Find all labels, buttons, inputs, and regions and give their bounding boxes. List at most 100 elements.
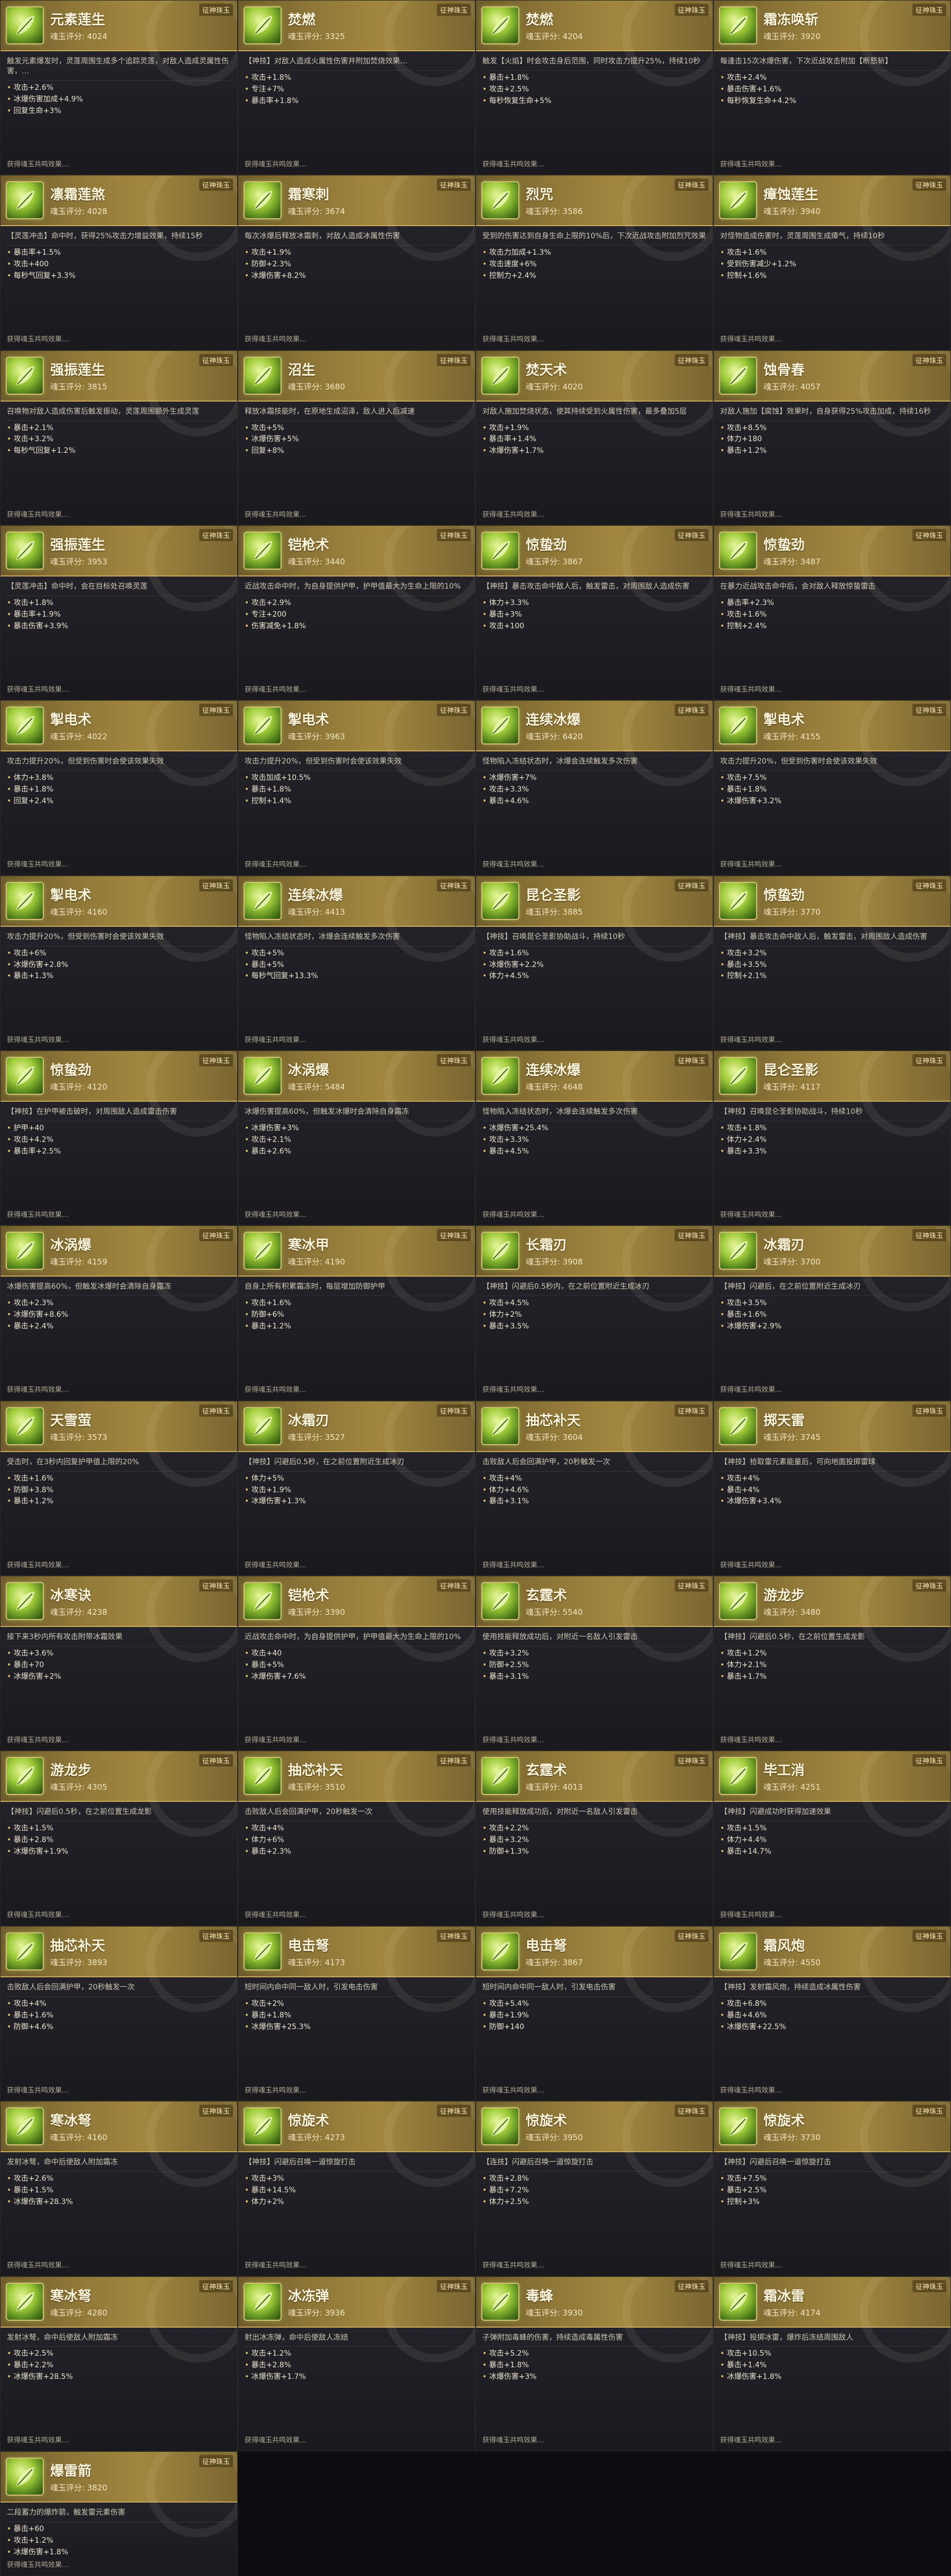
talent-card-5[interactable]: 霜寒刺 魂玉评分: 3674 征神珠玉 每次冰爆后释放冰霜刺，对敌人造成冰属性伤…: [238, 175, 476, 350]
card-title: 铠枪术: [288, 537, 330, 554]
leaf-glyph-icon: [254, 1416, 272, 1436]
resonance-note: 获得魂玉共鸣效果…: [482, 861, 545, 869]
talent-card-52[interactable]: 寒冰弩 魂玉评分: 4280 征神珠玉 发射冰弩，命中后使敌人附加霜冻 攻击+2…: [0, 2276, 238, 2451]
talent-card-23[interactable]: 惊蛰劲 魂玉评分: 3770 征神珠玉 【神技】暴击攻击命中敌人后，触发雷击，对…: [713, 875, 951, 1051]
talent-card-31[interactable]: 冰霜刃 魂玉评分: 3700 征神珠玉 【神技】闪避后，在之前位置附近生成冰刃 …: [713, 1225, 951, 1401]
talent-card-4[interactable]: 凛霜莲煞 魂玉评分: 4028 征神珠玉 【灵莲冲击】命中时，获得25%攻击力增…: [0, 175, 238, 350]
talent-card-22[interactable]: 昆仑圣影 魂玉评分: 3885 征神珠玉 【神技】召唤昆仑圣影协助战斗，持续10…: [476, 875, 713, 1051]
jade-icon: [6, 1232, 44, 1270]
resonance-note: 获得魂玉共鸣效果…: [7, 685, 69, 694]
talent-card-43[interactable]: 毕工消 魂玉评分: 4251 征神珠玉 【神技】闪避成功时获得加速效果 攻击+1…: [713, 1751, 951, 1926]
talent-card-8[interactable]: 强振莲生 魂玉评分: 3815 征神珠玉 召唤物对敌人造成伤害后触发振动，灵莲周…: [0, 350, 238, 526]
stat-line: 暴击+1.8%: [7, 785, 231, 795]
talent-card-15[interactable]: 惊蛰劲 魂玉评分: 3487 征神珠玉 在暴力近战攻击命中后，会对敌人释放惊蛰雷…: [713, 525, 951, 701]
talent-card-54[interactable]: 毒蜂 魂玉评分: 3930 征神珠玉 子弹附加毒蜂的伤害，持续造成毒属性伤害 攻…: [476, 2276, 713, 2451]
talent-card-37[interactable]: 铠枪术 魂玉评分: 3390 征神珠玉 近战攻击命中时，为自身提供护甲，护甲值最…: [238, 1576, 476, 1751]
talent-card-47[interactable]: 霜风炮 魂玉评分: 4550 征神珠玉 【神技】发射霜风炮，持续造成冰属性伤害 …: [713, 1926, 951, 2101]
talent-card-50[interactable]: 惊旋术 魂玉评分: 3950 征神珠玉 【连技】闪避后召唤一道惊旋打击 攻击+2…: [476, 2101, 713, 2276]
leaf-glyph-icon: [16, 16, 34, 35]
talent-card-26[interactable]: 连续冰爆 魂玉评分: 4648 征神珠玉 怪物陷入冻结状态时，冰爆会连续触发多次…: [476, 1050, 713, 1226]
card-title: 冰霜刃: [763, 1238, 805, 1254]
talent-card-42[interactable]: 玄霆术 魂玉评分: 4013 征神珠玉 使用技能释放成功后，对附近一名敌人引发雷…: [476, 1751, 713, 1926]
talent-card-6[interactable]: 烈咒 魂玉评分: 3586 征神珠玉 受到的伤害达到自身生命上限的10%后，下次…: [476, 175, 713, 350]
talent-card-25[interactable]: 冰涡爆 魂玉评分: 5484 征神珠玉 冰爆伤害提高60%，但触发冰爆时会清除自…: [238, 1050, 476, 1226]
card-tag: 征神珠玉: [912, 4, 946, 16]
jade-icon: [6, 2107, 44, 2146]
talent-card-46[interactable]: 电击弩 魂玉评分: 3867 征神珠玉 短时间内命中同一敌人时，引发电击伤害 攻…: [476, 1926, 713, 2101]
talent-card-20[interactable]: 掣电术 魂玉评分: 4160 征神珠玉 攻击力提升20%，但受到伤害时会使该效果…: [0, 875, 238, 1051]
leaf-glyph-icon: [16, 541, 34, 561]
talent-card-39[interactable]: 游龙步 魂玉评分: 3480 征神珠玉 【神技】闪避后0.5秒，在之前位置生成龙…: [713, 1576, 951, 1751]
talent-card-0[interactable]: 元素莲生 魂玉评分: 4024 征神珠玉 触发元素爆发时，灵莲周围生成多个追踪灵…: [0, 0, 238, 175]
talent-card-38[interactable]: 玄霆术 魂玉评分: 5540 征神珠玉 使用技能释放成功后，对附近一名敌人引发雷…: [476, 1576, 713, 1751]
talent-card-49[interactable]: 惊旋术 魂玉评分: 4273 征神珠玉 【神技】闪避后召唤一道惊旋打击 攻击+3…: [238, 2101, 476, 2276]
jade-icon: [6, 1057, 44, 1095]
talent-card-13[interactable]: 铠枪术 魂玉评分: 3440 征神珠玉 近战攻击命中时，为自身提供护甲，护甲值最…: [238, 525, 476, 701]
leaf-glyph-icon: [254, 1066, 272, 1086]
talent-card-51[interactable]: 惊旋术 魂玉评分: 3730 征神珠玉 【神技】闪避后召唤一道惊旋打击 攻击+7…: [713, 2101, 951, 2276]
leaf-glyph-icon: [16, 2117, 34, 2136]
talent-card-35[interactable]: 掷天雷 魂玉评分: 3745 征神珠玉 【神技】拾取雷元素能量后，可向地面投掷雷…: [713, 1400, 951, 1576]
card-score: 魂玉评分: 4057: [763, 382, 821, 392]
resonance-note: 获得魂玉共鸣效果…: [245, 2086, 307, 2095]
talent-card-19[interactable]: 掣电术 魂玉评分: 4155 征神珠玉 攻击力提升20%，但受到伤害时会使该效果…: [713, 700, 951, 876]
talent-card-53[interactable]: 冰冻弹 魂玉评分: 3936 征神珠玉 射出冰冻弹，命中后使敌人冻结 攻击+1.…: [238, 2276, 476, 2451]
card-score: 魂玉评分: 3908: [526, 1257, 583, 1267]
talent-card-44[interactable]: 抽芯补天 魂玉评分: 3893 征神珠玉 击败敌人后会回满护甲，20秒触发一次 …: [0, 1926, 238, 2101]
card-tag: 征神珠玉: [199, 2105, 233, 2117]
card-tag: 征神珠玉: [674, 704, 708, 717]
talent-card-40[interactable]: 游龙步 魂玉评分: 4305 征神珠玉 【神技】闪避后0.5秒，在之前位置生成龙…: [0, 1751, 238, 1926]
jade-icon: [719, 706, 757, 745]
talent-card-9[interactable]: 沼生 魂玉评分: 3680 征神珠玉 释放冰霜技能时，在原地生成沼泽，敌人进入后…: [238, 350, 476, 526]
talent-card-34[interactable]: 抽芯补天 魂玉评分: 3604 征神珠玉 击败敌人后会回满护甲，20秒触发一次 …: [476, 1400, 713, 1576]
talent-card-41[interactable]: 抽芯补天 魂玉评分: 3510 征神珠玉 击败敌人后会回满护甲，20秒触发一次 …: [238, 1751, 476, 1926]
talent-card-16[interactable]: 掣电术 魂玉评分: 4022 征神珠玉 攻击力提升20%，但受到伤害时会使该效果…: [0, 700, 238, 876]
jade-icon: [6, 181, 44, 220]
talent-card-32[interactable]: 天雪萤 魂玉评分: 3573 征神珠玉 受击时，在3秒内回复护甲值上限的20% …: [0, 1400, 238, 1576]
jade-icon: [481, 1757, 519, 1796]
talent-card-14[interactable]: 惊蛰劲 魂玉评分: 3867 征神珠玉 【神技】暴击攻击命中敌人后，触发雷击，对…: [476, 525, 713, 701]
talent-card-29[interactable]: 寒冰甲 魂玉评分: 4190 征神珠玉 自身上所有积累霜冻时，每层增加防御护甲 …: [238, 1225, 476, 1401]
talent-card-3[interactable]: 霜冻唤斩 魂玉评分: 3920 征神珠玉 每逢击15次冰爆伤害，下次近战攻击附加…: [713, 0, 951, 175]
talent-card-36[interactable]: 冰寒诀 魂玉评分: 4238 征神珠玉 接下来3秒内所有攻击附带冰霜效果 攻击+…: [0, 1576, 238, 1751]
talent-card-11[interactable]: 蚀骨春 魂玉评分: 4057 征神珠玉 对敌人施加【腐蚀】效果时，自身获得25%…: [713, 350, 951, 526]
resonance-note: 获得魂玉共鸣效果…: [7, 510, 69, 519]
card-title: 惊旋术: [526, 2113, 567, 2129]
stat-line: 暴击率+2.5%: [7, 1147, 231, 1157]
talent-card-12[interactable]: 强振莲生 魂玉评分: 3953 征神珠玉 【灵莲冲击】命中时，会在目标处召唤灵莲…: [0, 525, 238, 701]
card-score: 魂玉评分: 3953: [50, 557, 107, 567]
resonance-note: 获得魂玉共鸣效果…: [482, 1211, 545, 1219]
card-title: 连续冰爆: [288, 887, 343, 904]
resonance-note: 获得魂玉共鸣效果…: [245, 2261, 307, 2270]
talent-card-7[interactable]: 瘴蚀莲生 魂玉评分: 3940 征神珠玉 对怪物造成伤害时，灵莲周围生成瘴气，持…: [713, 175, 951, 350]
talent-card-1[interactable]: 焚燃 魂玉评分: 3325 征神珠玉 【神技】对敌人造成火属性伤害并附加焚烧效果…: [238, 0, 476, 175]
resonance-note: 获得魂玉共鸣效果…: [720, 1036, 782, 1044]
talent-card-30[interactable]: 长霜刃 魂玉评分: 3908 征神珠玉 【神技】闪避后0.5秒内，在之前位置附近…: [476, 1225, 713, 1401]
card-tag: 征神珠玉: [912, 1579, 946, 1592]
talent-card-45[interactable]: 电击弩 魂玉评分: 4173 征神珠玉 短时间内命中同一敌人时，引发电击伤害 攻…: [238, 1926, 476, 2101]
talent-card-21[interactable]: 连续冰爆 魂玉评分: 4413 征神珠玉 怪物陷入冻结状态时，冰爆会连续触发多次…: [238, 875, 476, 1051]
stat-line: 每秒气回复+3.3%: [7, 271, 231, 281]
talent-card-33[interactable]: 冰霜刃 魂玉评分: 3527 征神珠玉 【神技】闪避后0.5秒，在之前位置附近生…: [238, 1400, 476, 1576]
talent-card-17[interactable]: 掣电术 魂玉评分: 3963 征神珠玉 攻击力提升20%，但受到伤害时会使该效果…: [238, 700, 476, 876]
leaf-glyph-icon: [254, 1766, 272, 1786]
resonance-note: 获得魂玉共鸣效果…: [720, 510, 782, 519]
talent-card-24[interactable]: 惊蛰劲 魂玉评分: 4120 征神珠玉 【神技】在护甲被击破时，对周围敌人造成雷…: [0, 1050, 238, 1226]
card-score: 魂玉评分: 3950: [526, 2133, 583, 2143]
talent-card-2[interactable]: 焚燃 魂玉评分: 4204 征神珠玉 触发【火焰】时会攻击身后范围，同时攻击力提…: [476, 0, 713, 175]
resonance-note: 获得魂玉共鸣效果…: [245, 1561, 307, 1569]
stat-line: 暴击+1.8%: [245, 785, 469, 795]
talent-card-56[interactable]: 爆雷箭 魂玉评分: 3820 征神珠玉 二段蓄力的爆炸箭，触发雷元素伤害 暴击+…: [0, 2451, 238, 2576]
talent-card-48[interactable]: 寒冰弩 魂玉评分: 4160 征神珠玉 发射冰弩，命中后使敌人附加霜冻 攻击+2…: [0, 2101, 238, 2276]
talent-card-27[interactable]: 昆仑圣影 魂玉评分: 4117 征神珠玉 【神技】召唤昆仑圣影协助战斗，持续10…: [713, 1050, 951, 1226]
talent-card-55[interactable]: 霜冰雷 魂玉评分: 4174 征神珠玉 【神技】投掷冰雷，爆炸后冻结周围敌人 攻…: [713, 2276, 951, 2451]
card-tag: 征神珠玉: [912, 1404, 946, 1417]
talent-card-10[interactable]: 焚天术 魂玉评分: 4020 征神珠玉 对敌人施加焚烧状态，使其持续受到火属性伤…: [476, 350, 713, 526]
jade-icon: [6, 2282, 44, 2321]
leaf-glyph-icon: [730, 2292, 748, 2311]
card-tag: 征神珠玉: [436, 1229, 471, 1242]
talent-card-18[interactable]: 连续冰爆 魂玉评分: 6420 征神珠玉 怪物陷入冻结状态时，冰爆会连续触发多次…: [476, 700, 713, 876]
talent-card-28[interactable]: 冰涡爆 魂玉评分: 4159 征神珠玉 冰爆伤害提高60%，但触发冰爆时会清除自…: [0, 1225, 238, 1401]
leaf-glyph-icon: [730, 1241, 748, 1261]
card-tag: 征神珠玉: [436, 529, 471, 542]
